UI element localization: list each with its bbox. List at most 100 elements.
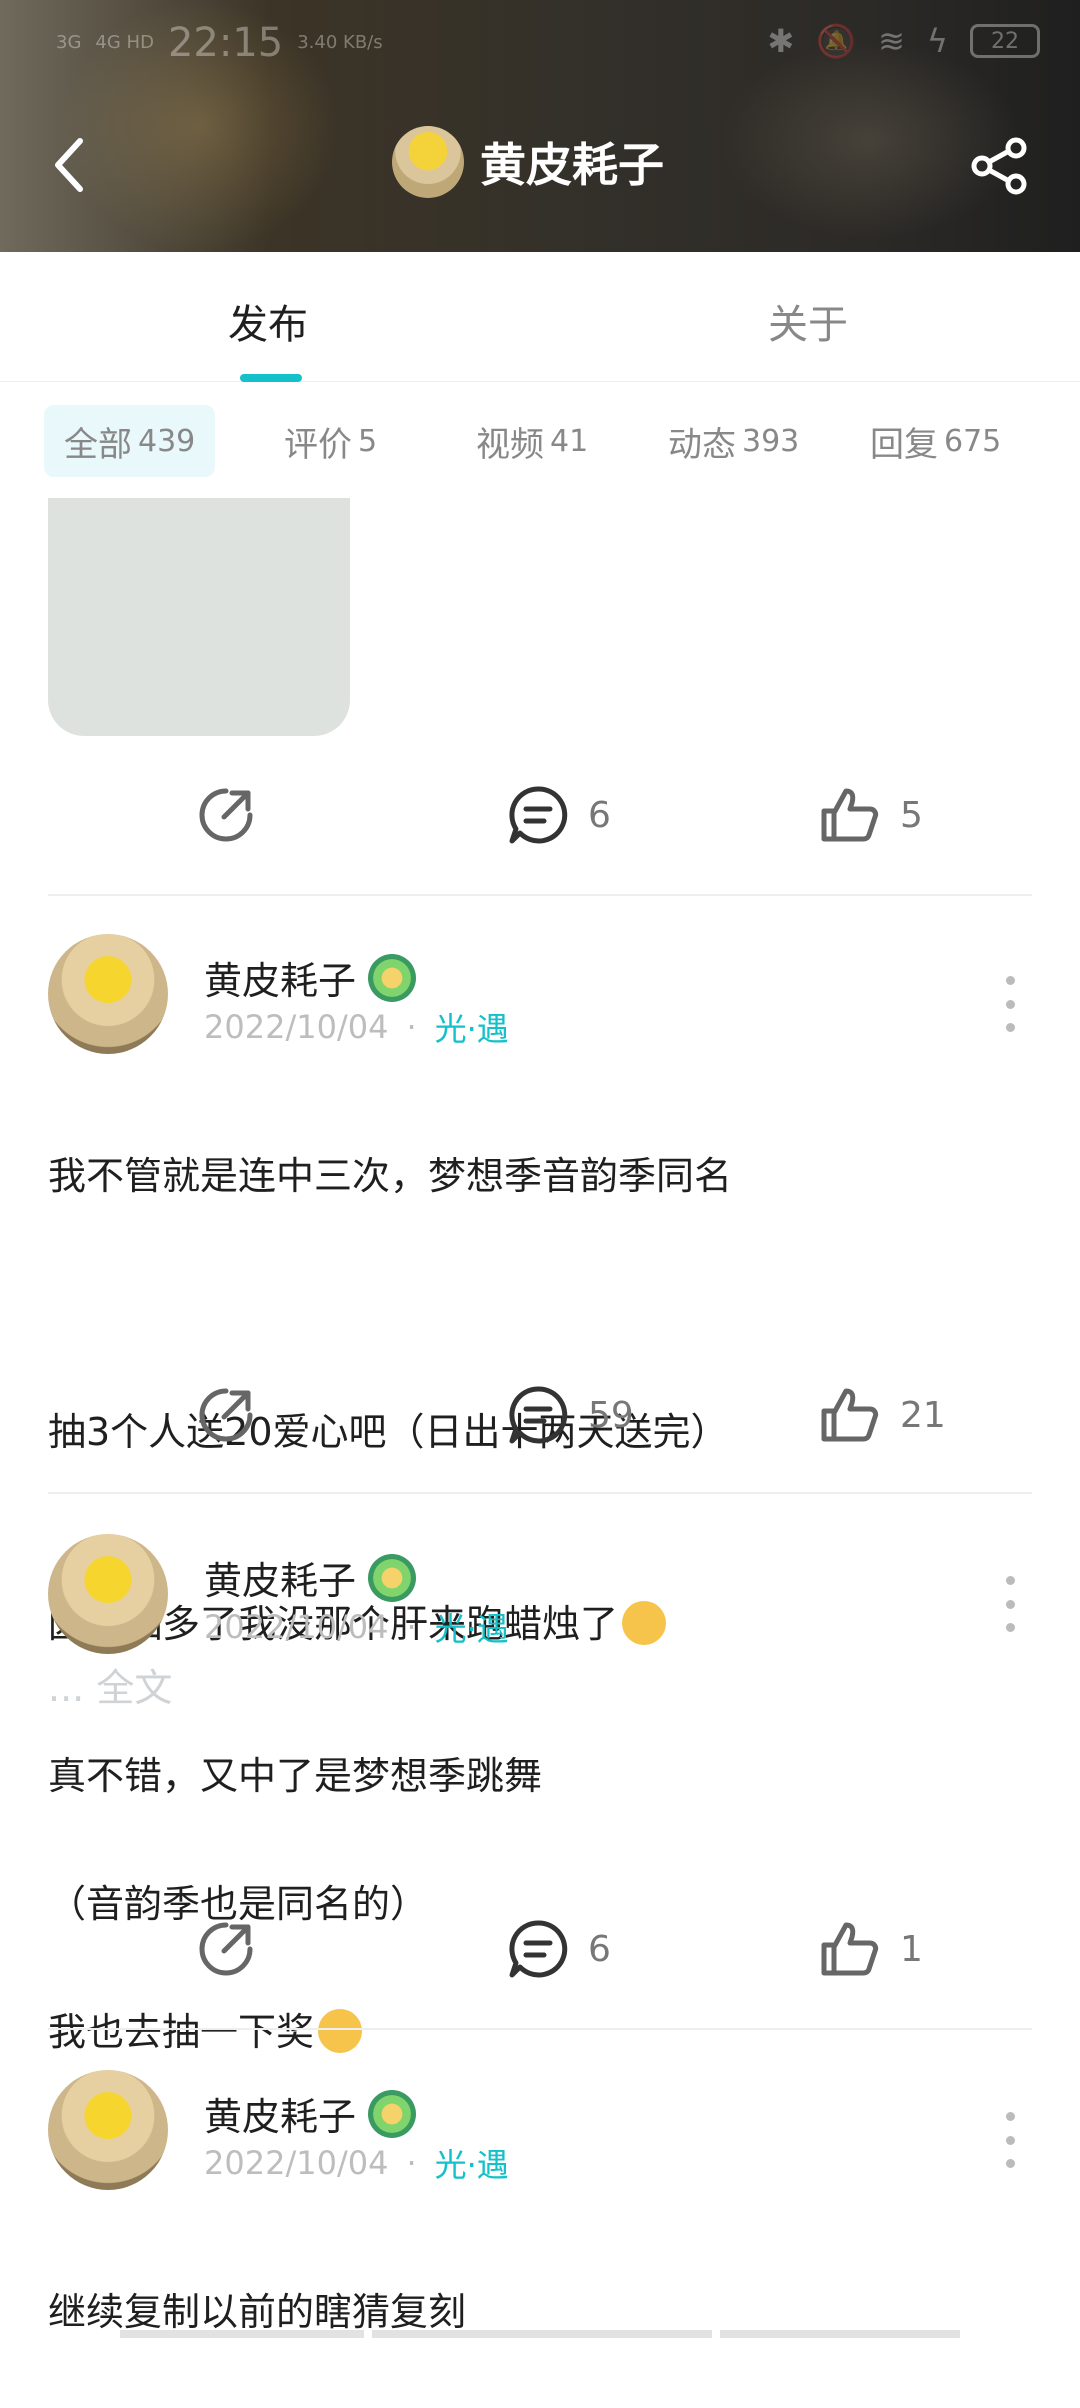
comment-button[interactable]: 6 [508, 770, 611, 860]
share-button[interactable] [964, 130, 1036, 202]
author-row: 黄皮耗子 [204, 950, 417, 1005]
status-left: 3G 4G HD 22:15 3.40 KB/s [56, 20, 383, 66]
repost-button[interactable] [196, 770, 256, 860]
filter-count: 41 [550, 423, 589, 459]
comment-button[interactable]: 59 [508, 1370, 634, 1460]
repost-button[interactable] [196, 1370, 256, 1460]
filter-count: 5 [358, 423, 378, 459]
thumbs-up-icon [821, 788, 879, 842]
header-title: 黄皮耗子 [392, 126, 664, 198]
page-title: 黄皮耗子 [480, 138, 664, 192]
game-tag[interactable]: 光·遇 [435, 1004, 509, 1050]
like-count: 21 [900, 1394, 946, 1436]
like-count: 5 [900, 794, 923, 836]
post-meta: 2022/10/04 · 光·遇 [204, 1004, 509, 1050]
user-badge-icon [368, 2089, 417, 2138]
tab-about[interactable]: 关于 [768, 292, 848, 350]
meta-separator: · [406, 1008, 417, 1046]
filter-label: 动态 [668, 424, 736, 465]
header-avatar[interactable] [392, 126, 464, 198]
filter-count: 439 [138, 423, 196, 459]
comment-button[interactable]: 6 [508, 1904, 611, 1994]
thumbs-up-icon [821, 1388, 879, 1442]
repost-button[interactable] [196, 1904, 256, 1994]
tab-publish[interactable]: 发布 [228, 292, 308, 350]
network-left: 3G [56, 32, 82, 53]
back-arrow-icon [55, 138, 83, 192]
filter-all[interactable]: 全部 439 [44, 405, 216, 477]
comment-count: 6 [588, 1928, 611, 1970]
like-button[interactable]: 1 [820, 1904, 923, 1994]
filter-label: 视频 [476, 424, 544, 465]
post-divider [48, 1492, 1032, 1494]
charging-icon: ϟ [926, 22, 948, 60]
user-badge-icon [368, 1553, 417, 1602]
thumbs-up-icon [821, 1922, 879, 1976]
filter-moments[interactable]: 动态 393 [668, 405, 799, 477]
network-right: 4G HD [95, 32, 154, 53]
filter-video[interactable]: 视频 41 [476, 405, 588, 477]
post-content[interactable]: 继续复制以前的瞎猜复刻 [48, 2216, 1028, 2408]
post-actions: 6 5 [0, 770, 1080, 860]
post-image[interactable] [48, 498, 350, 736]
author-avatar[interactable] [48, 2070, 168, 2190]
wifi-icon: ≋ [878, 22, 905, 60]
post-text-line: 我也去抽一下奖 [48, 2010, 315, 2054]
user-badge-icon [368, 953, 417, 1002]
post-image-thumb[interactable] [372, 2330, 712, 2338]
post-date: 2022/10/04 [204, 2144, 389, 2182]
filter-label: 回复 [870, 424, 938, 465]
bluetooth-icon: ✱ [767, 22, 795, 60]
upside-down-smile-emoji-icon [622, 1601, 667, 1645]
post-image-thumb[interactable] [120, 2330, 364, 2338]
meta-separator: · [406, 1608, 417, 1646]
filter-label: 评价 [284, 424, 352, 465]
filter-replies[interactable]: 回复 675 [870, 405, 1001, 477]
comment-icon [509, 1920, 568, 1978]
filter-label: 全部 [64, 424, 132, 465]
repost-icon [199, 1388, 253, 1442]
more-options-icon[interactable] [1000, 976, 1020, 1032]
repost-icon [199, 1922, 253, 1976]
like-button[interactable]: 5 [820, 770, 923, 860]
post-meta: 2022/10/04 · 光·遇 [204, 1604, 509, 1650]
status-time: 22:15 [167, 20, 284, 66]
filter-bar: 全部 439 评价 5 视频 41 动态 393 回复 675 [0, 400, 1080, 480]
post-image-strip [120, 2330, 960, 2340]
post-text-line: 我不管就是连中三次，梦想季音韵季同名 [48, 1154, 733, 1198]
like-button[interactable]: 21 [820, 1370, 946, 1460]
author-name[interactable]: 黄皮耗子 [204, 2086, 356, 2141]
author-row: 黄皮耗子 [204, 2086, 417, 2141]
tab-indicator [240, 374, 302, 382]
post-date: 2022/10/04 [204, 1008, 389, 1046]
author-name[interactable]: 黄皮耗子 [204, 950, 356, 1005]
post-text-line: 真不错，又中了是梦想季跳舞 [48, 1754, 543, 1798]
author-avatar[interactable] [48, 1534, 168, 1654]
profile-header: 3G 4G HD 22:15 3.40 KB/s ✱ 🔕 ≋ ϟ 22 黄皮耗子 [0, 0, 1080, 252]
more-options-icon[interactable] [1000, 1576, 1020, 1632]
author-row: 黄皮耗子 [204, 1550, 417, 1605]
smirk-emoji-icon [318, 2009, 363, 2053]
game-tag[interactable]: 光·遇 [435, 2140, 509, 2186]
game-tag[interactable]: 光·遇 [435, 1604, 509, 1650]
filter-review[interactable]: 评价 5 [284, 405, 377, 477]
author-name[interactable]: 黄皮耗子 [204, 1550, 356, 1605]
filter-count: 393 [742, 423, 800, 459]
battery-indicator: 22 [970, 24, 1040, 58]
post-meta: 2022/10/04 · 光·遇 [204, 2140, 509, 2186]
profile-tabs: 发布 关于 [0, 252, 1080, 382]
share-icon [971, 137, 1027, 195]
post-divider [48, 894, 1032, 896]
author-avatar[interactable] [48, 934, 168, 1054]
mute-icon: 🔕 [816, 22, 857, 60]
post-actions: 59 21 [0, 1370, 1080, 1460]
status-right: ✱ 🔕 ≋ ϟ 22 [767, 22, 1040, 60]
meta-separator: · [406, 2144, 417, 2182]
more-options-icon[interactable] [1000, 2112, 1020, 2168]
back-button[interactable] [40, 130, 100, 200]
post-image-thumb[interactable] [720, 2330, 960, 2338]
post-date: 2022/10/04 [204, 1608, 389, 1646]
comment-count: 59 [588, 1394, 634, 1436]
comment-count: 6 [588, 794, 611, 836]
comment-icon [509, 1386, 568, 1444]
